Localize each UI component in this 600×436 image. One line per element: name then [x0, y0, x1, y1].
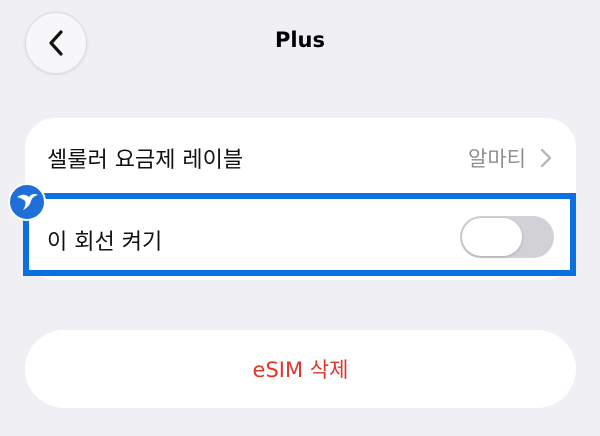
delete-esim-button[interactable]: eSIM 삭제 [25, 330, 576, 408]
chevron-right-icon [540, 148, 552, 168]
cellular-plan-label-row[interactable]: 셀룰러 요금제 레이블 알마티 [25, 118, 576, 198]
highlight-box [23, 193, 576, 276]
bird-logo-icon [8, 183, 46, 221]
cellular-plan-label: 셀룰러 요금제 레이블 [47, 148, 244, 173]
cellular-plan-value: 알마티 [468, 147, 526, 171]
page-title: Plus [274, 28, 326, 52]
delete-esim-label: eSIM 삭제 [252, 358, 349, 382]
